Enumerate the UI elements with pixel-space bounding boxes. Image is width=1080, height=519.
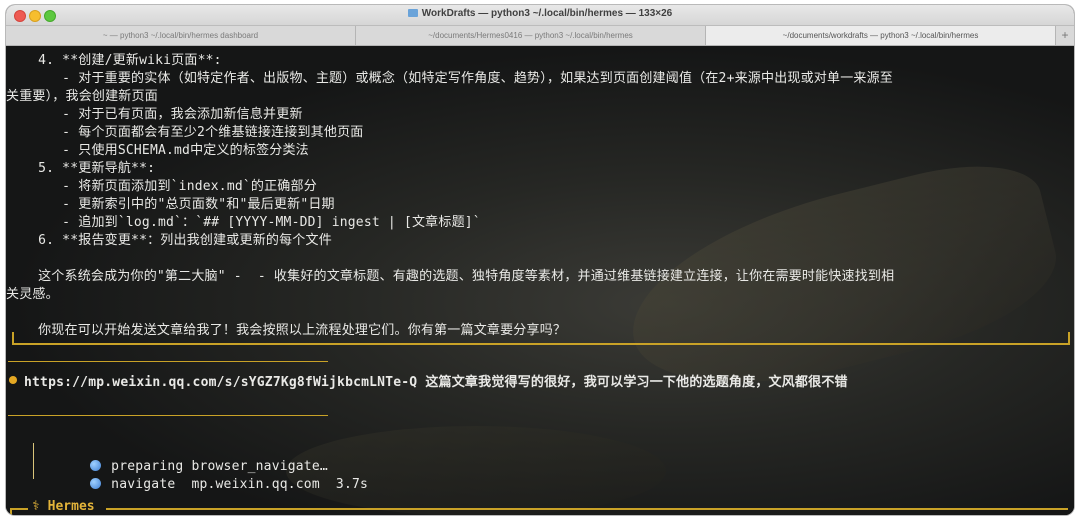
hermes-footer-label: ⚕ Hermes xyxy=(32,499,95,514)
terminal-line: - 更新索引中的"总页面数"和"最后更新"日期 xyxy=(6,197,335,212)
tool-line-text: navigate mp.weixin.qq.com 3.7s xyxy=(111,477,369,492)
user-message-bullet xyxy=(9,376,17,384)
terminal-body[interactable]: 4. **创建/更新wiki页面**: - 对于重要的实体（如特定作者、出版物、… xyxy=(6,46,1074,515)
terminal-window: WorkDrafts — python3 ~/.local/bin/hermes… xyxy=(6,5,1074,515)
window-title: WorkDrafts — python3 ~/.local/bin/hermes… xyxy=(421,8,673,19)
window-title-container: WorkDrafts — python3 ~/.local/bin/hermes… xyxy=(6,8,1074,19)
separator-rule xyxy=(8,361,328,362)
terminal-line: - 追加到`log.md`：`## [YYYY-MM-DD] ingest | … xyxy=(6,215,481,230)
separator-rule xyxy=(8,415,328,416)
terminal-line: - 每个页面都会有至少2个维基链接连接到其他页面 xyxy=(6,125,364,140)
tab-hermes0416[interactable]: ~/documents/Hermes0416 — python3 ~/.loca… xyxy=(356,26,706,45)
user-message: https://mp.weixin.qq.com/s/sYGZ7Kg8fWijk… xyxy=(24,375,848,390)
terminal-line: 5. **更新导航**: xyxy=(6,161,156,176)
terminal-line: 关灵感。 xyxy=(6,287,59,302)
tab-workdrafts[interactable]: ~/documents/workdrafts — python3 ~/.loca… xyxy=(706,26,1056,45)
terminal-line: - 将新页面添加到`index.md`的正确部分 xyxy=(6,179,317,194)
terminal-line: - 对于重要的实体（如特定作者、出版物、主题）或概念（如特定写作角度、趋势），如… xyxy=(6,71,893,86)
footer-frame-top-right xyxy=(106,508,1068,510)
folder-icon xyxy=(407,9,418,17)
terminal-line: 6. **报告变更**：列出我创建或更新的每个文件 xyxy=(6,233,332,248)
terminal-line: - 只使用SCHEMA.md中定义的标签分类法 xyxy=(6,143,309,158)
tab-hermes-dashboard[interactable]: ~ — python3 ~/.local/bin/hermes dashboar… xyxy=(6,26,356,45)
response-box-right-edge xyxy=(1068,332,1070,344)
new-tab-button[interactable]: + xyxy=(1056,26,1074,45)
terminal-line: 你现在可以开始发送文章给我了！我会按照以上流程处理它们。你有第一篇文章要分享吗？ xyxy=(6,323,567,338)
response-box-bottom-border xyxy=(12,343,1070,345)
globe-icon xyxy=(90,478,102,489)
tool-activity-bar xyxy=(33,443,34,479)
terminal-line: - 对于已有页面，我会添加新信息并更新 xyxy=(6,107,303,122)
title-bar: WorkDrafts — python3 ~/.local/bin/hermes… xyxy=(6,5,1074,26)
tab-bar: ~ — python3 ~/.local/bin/hermes dashboar… xyxy=(6,26,1074,46)
terminal-line: 4. **创建/更新wiki页面**: xyxy=(6,53,222,68)
footer-frame-top-left xyxy=(10,508,28,510)
terminal-line: 关重要），我会创建新页面 xyxy=(6,89,158,104)
terminal-line: 这个系统会成为你的"第二大脑" - - 收集好的文章标题、有趣的选题、独特角度等… xyxy=(6,269,895,284)
